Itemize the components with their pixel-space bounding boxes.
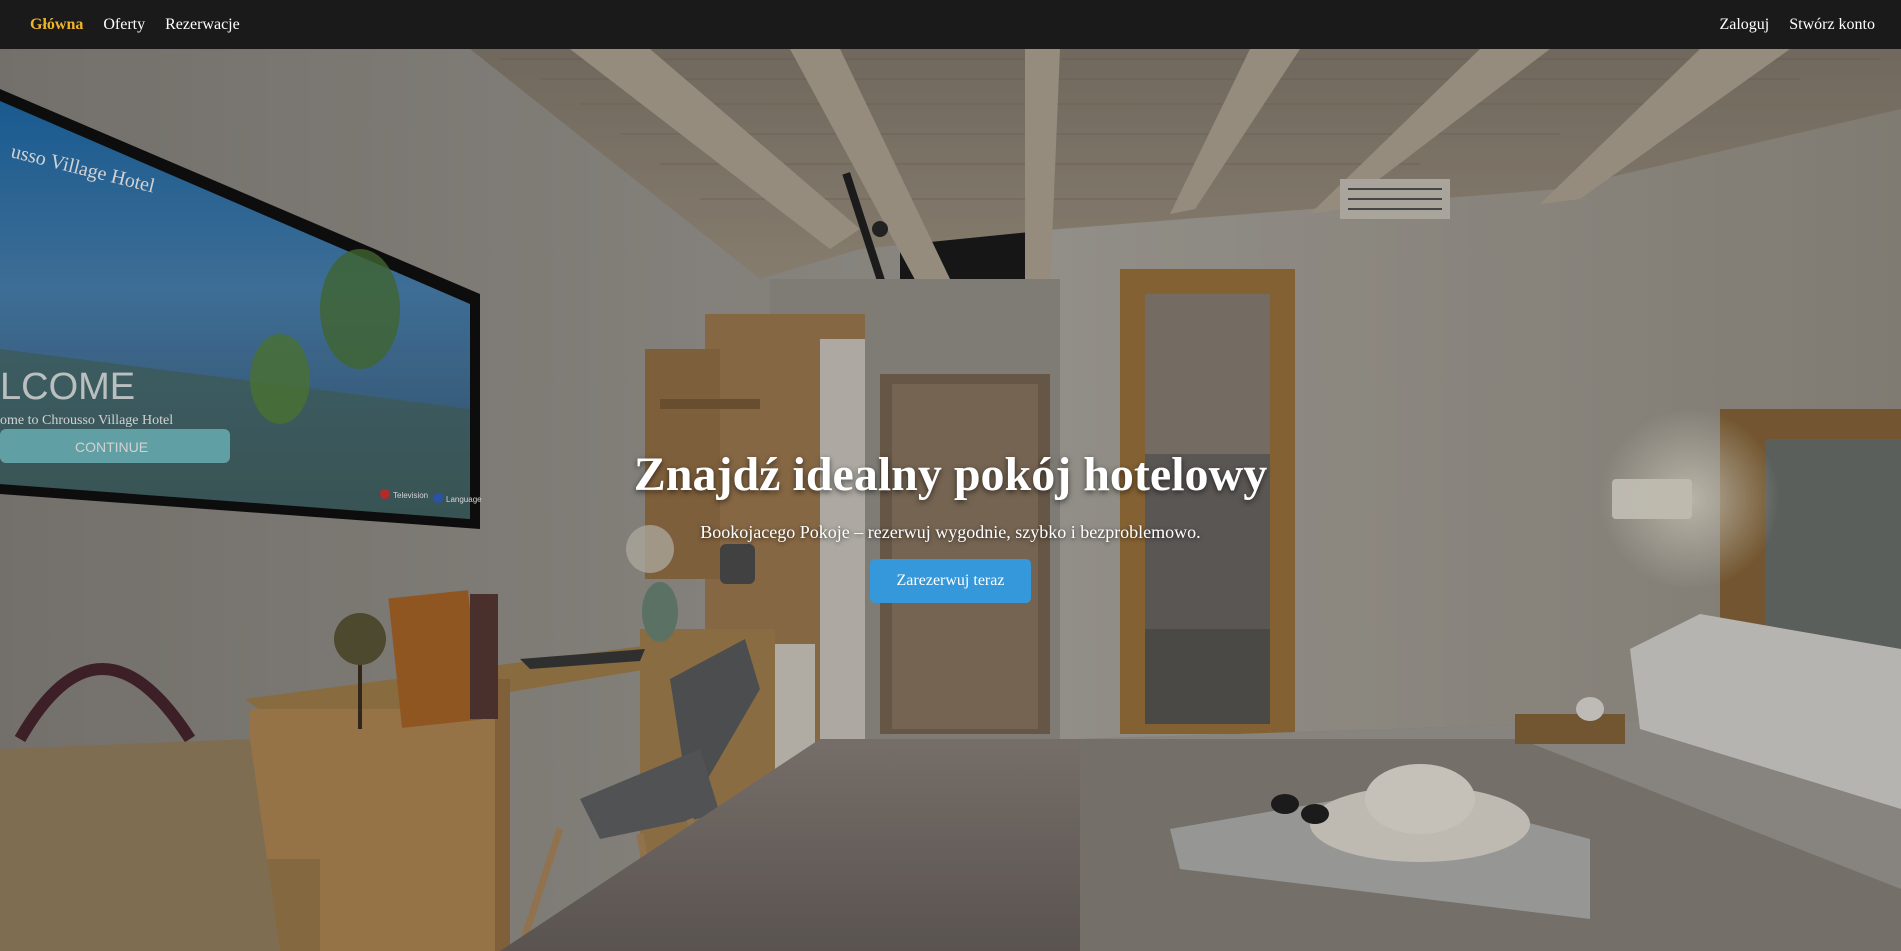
nav-link-login[interactable]: Zaloguj	[1719, 16, 1769, 34]
book-now-button[interactable]: Zarezerwuj teraz	[869, 558, 1032, 603]
nav-left-group: Główna Oferty Rezerwacje	[30, 16, 240, 34]
nav-right-group: Zaloguj Stwórz konto	[1719, 16, 1875, 34]
nav-link-offers[interactable]: Oferty	[103, 16, 145, 34]
nav-link-register[interactable]: Stwórz konto	[1789, 16, 1875, 34]
hero-subtitle: Bookojacego Pokoje – rezerwuj wygodnie, …	[700, 521, 1201, 542]
nav-link-reservations[interactable]: Rezerwacje	[165, 16, 240, 34]
hero-section: usso Village Hotel LCOME ome to Chrousso…	[0, 49, 1901, 951]
nav-link-home[interactable]: Główna	[30, 16, 83, 34]
hero-content: Znajdź idealny pokój hotelowy Bookojaceg…	[0, 448, 1901, 603]
hero-title: Znajdź idealny pokój hotelowy	[633, 448, 1268, 501]
top-navbar: Główna Oferty Rezerwacje Zaloguj Stwórz …	[0, 0, 1901, 49]
